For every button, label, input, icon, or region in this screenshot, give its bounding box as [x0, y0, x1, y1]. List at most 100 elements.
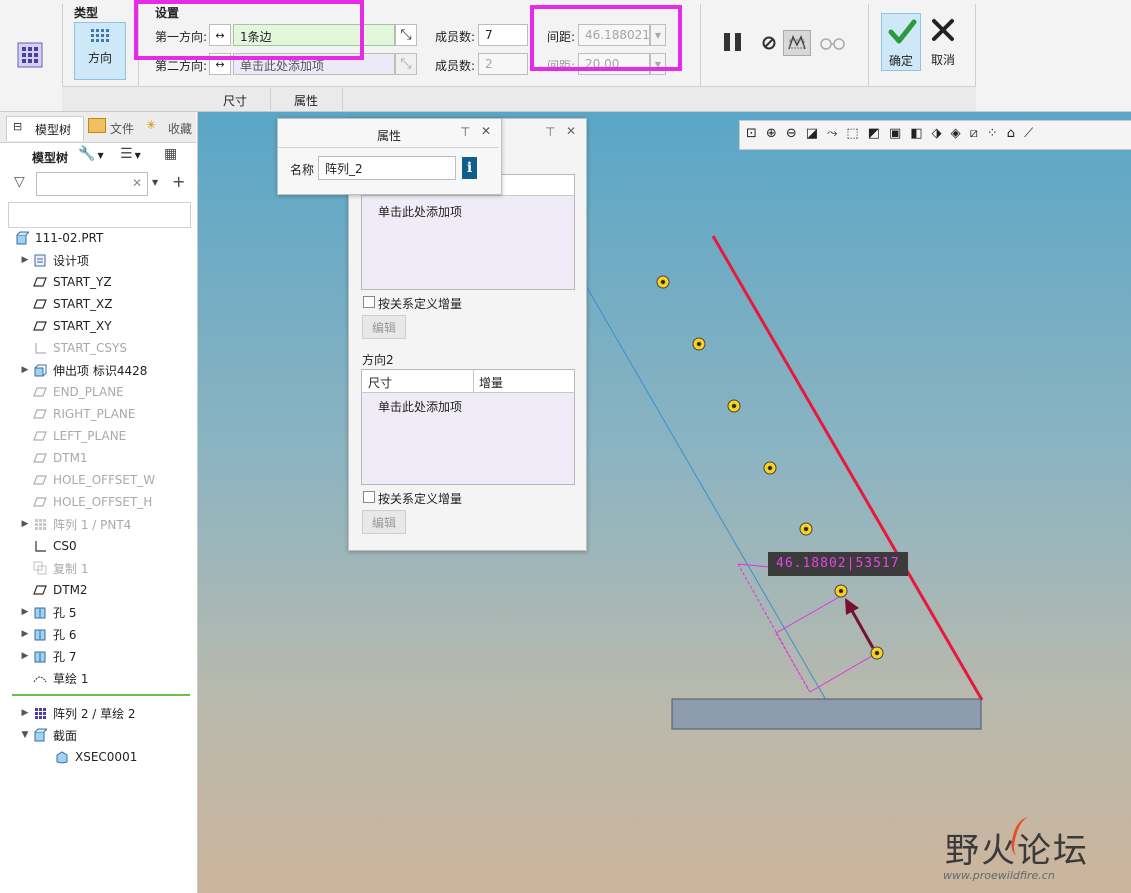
tree-item[interactable]: 111-02.PRT	[4, 227, 103, 249]
ok-button[interactable]: 确定	[881, 13, 921, 71]
datum-plane-icon	[32, 495, 48, 509]
direction2-reverse-button[interactable]: ⤡	[395, 53, 417, 75]
datum-plane-icon	[32, 385, 48, 399]
tree-filter-button[interactable]: ▦	[164, 146, 186, 166]
expand-arrow-icon[interactable]: ▶	[18, 607, 32, 617]
tree-item[interactable]: START_XY	[18, 315, 112, 337]
pattern-arrow[interactable]	[845, 598, 875, 649]
info-icon[interactable]: i	[462, 157, 477, 179]
tree-item[interactable]: ▶ 阵列 2 / 草绘 2	[18, 702, 136, 724]
list-icon: ☰	[120, 146, 133, 162]
edit1-button[interactable]: 编辑	[362, 315, 406, 339]
expand-arrow-icon[interactable]: ▶	[18, 255, 32, 265]
expand-arrow-icon[interactable]: ▶	[18, 651, 32, 661]
edit2-button[interactable]: 编辑	[362, 510, 406, 534]
tree-item[interactable]: ▼ 截面	[18, 724, 77, 746]
tab-favorites[interactable]: ✳ 收藏	[144, 116, 194, 140]
members1-input[interactable]: 7	[478, 24, 528, 46]
tree-item[interactable]: 复制 1	[18, 557, 88, 579]
cancel-button[interactable]: 取消	[925, 13, 961, 71]
chevron-down-icon: ▼	[97, 151, 104, 160]
tree-item[interactable]: ▶ 孔 5	[18, 601, 77, 623]
hole-icon	[32, 627, 48, 641]
relation1-checkbox[interactable]	[363, 296, 375, 308]
name-panel-close-icon[interactable]: ✕	[481, 124, 491, 138]
panel-pin-icon[interactable]: ⊤	[545, 125, 555, 139]
datum-plane-icon	[32, 297, 48, 311]
tree-item[interactable]: START_YZ	[18, 271, 112, 293]
tab-properties[interactable]: 属性	[294, 92, 318, 109]
geometry-preview-icon	[788, 35, 806, 50]
hole-icon	[32, 649, 48, 663]
direction-highlight-box	[134, 0, 364, 60]
tree-item[interactable]: START_CSYS	[18, 337, 127, 359]
tree-item-label: 设计项	[53, 253, 90, 268]
tree-item[interactable]: RIGHT_PLANE	[18, 403, 136, 425]
col-increment-header: 增量	[479, 376, 504, 390]
prohibited-icon	[762, 36, 776, 50]
tree-item[interactable]: LEFT_PLANE	[18, 425, 126, 447]
datum-plane-icon	[32, 583, 48, 597]
relation2-checkbox[interactable]	[363, 491, 375, 503]
geometry-preview-button[interactable]	[783, 30, 811, 56]
search-dropdown[interactable]: ▼	[152, 178, 158, 187]
datum-plane-icon	[32, 407, 48, 421]
insert-here-marker[interactable]	[12, 694, 190, 696]
panel-close-icon[interactable]: ✕	[566, 124, 576, 138]
tree-item[interactable]: 草绘 1	[18, 667, 88, 689]
tree-item[interactable]: ▶ 孔 7	[18, 645, 77, 667]
expand-arrow-icon[interactable]: ▶	[18, 708, 32, 718]
direction-type-label: 方向	[87, 51, 112, 65]
tree-item[interactable]: XSEC0001	[40, 746, 137, 768]
name-panel-pin-icon[interactable]: ⊤	[460, 125, 470, 139]
direction2-dimension-list[interactable]: 尺寸 增量 单击此处添加项	[361, 369, 575, 485]
graphics-viewport[interactable]: ⊡ ⊕ ⊖ ◪ ⤳ ⬚ ◩ ▣ ◧ ⬗ ◈ ⧄ ⁘ ⌂ ⟋ 46.18802|5…	[198, 112, 1131, 893]
direction1-reverse-button[interactable]: ⤡	[395, 24, 417, 46]
expand-arrow-icon[interactable]: ▶	[18, 519, 32, 529]
pattern-direction-edge[interactable]	[711, 235, 984, 701]
tree-item[interactable]: HOLE_OFFSET_H	[18, 491, 152, 513]
feature-name-input[interactable]: 阵列_2	[318, 156, 456, 180]
members2-input[interactable]: 2	[478, 53, 528, 75]
tree-tools-button[interactable]: 🔧 ▼	[78, 146, 112, 166]
tree-item[interactable]: CS0	[18, 535, 77, 557]
reverse-arrow-icon: ⤡	[400, 27, 412, 43]
clear-search-icon[interactable]: ✕	[132, 176, 142, 190]
model-tree-panel: ⊟ 模型树 文件 ✳ 收藏 模型树 🔧 ▼ ☰ ▼ ▦ ▽ ✕ ▼ + 111-02…	[0, 112, 198, 893]
tab-files[interactable]: 文件	[86, 116, 136, 140]
direction-type-button[interactable]: 方向	[74, 22, 126, 80]
tree-item[interactable]: HOLE_OFFSET_W	[18, 469, 155, 491]
verify-mode-button[interactable]	[818, 34, 848, 52]
tree-settings-button[interactable]: ☰ ▼	[120, 146, 154, 166]
tree-item-label: START_XY	[53, 319, 112, 333]
tree-item[interactable]: DTM1	[18, 447, 88, 469]
tree-item[interactable]: START_XZ	[18, 293, 112, 315]
model-geometry[interactable]	[198, 112, 1131, 893]
tree-item[interactable]: ▶ 孔 6	[18, 623, 77, 645]
expand-arrow-icon[interactable]: ▶	[18, 365, 32, 375]
tree-item-label: 阵列 2 / 草绘 2	[53, 706, 136, 721]
tree-item-label: DTM2	[53, 583, 88, 597]
dimension-value-label[interactable]: 46.18802|53517	[768, 552, 908, 576]
tree-item[interactable]: ▶ 阵列 1 / PNT4	[18, 513, 132, 535]
expand-arrow-icon[interactable]: ▶	[18, 629, 32, 639]
pause-button[interactable]	[722, 31, 746, 53]
tree-item-label: XSEC0001	[75, 750, 138, 764]
no-preview-button[interactable]	[760, 34, 778, 52]
tree-item[interactable]: END_PLANE	[18, 381, 124, 403]
relation2-label: 按关系定义增量	[378, 492, 463, 506]
col-dimension-header: 尺寸	[368, 376, 393, 390]
tree-item[interactable]: ▶ 伸出项 标识4428	[18, 359, 148, 381]
tree-item[interactable]: ▶ 设计项	[18, 249, 89, 271]
tree-item-label: RIGHT_PLANE	[53, 407, 136, 421]
tab-dimensions[interactable]: 尺寸	[223, 92, 247, 109]
tree-item[interactable]: DTM2	[18, 579, 88, 601]
filter-icon: ▽	[14, 174, 25, 190]
chevron-down-icon: ▼	[134, 151, 141, 160]
model-tree-title: 模型树	[32, 151, 69, 165]
base-solid[interactable]	[671, 698, 982, 730]
expand-arrow-icon[interactable]: ▼	[18, 730, 32, 740]
add-filter-button[interactable]: +	[172, 172, 185, 191]
star-icon: ✳	[146, 118, 157, 132]
tab-model-tree[interactable]: ⊟ 模型树	[6, 116, 84, 141]
